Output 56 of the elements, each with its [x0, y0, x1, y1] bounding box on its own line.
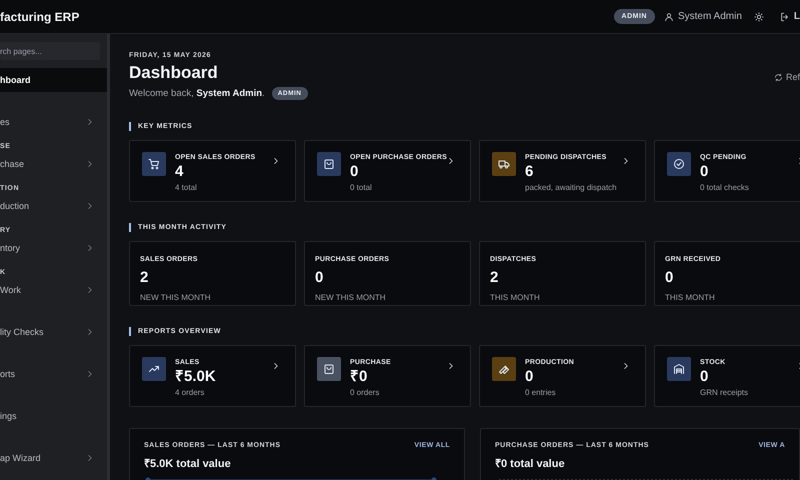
bag-icon: [323, 158, 335, 170]
card-caption: GRN receipts: [700, 388, 748, 397]
warehouse-icon: [673, 363, 685, 375]
card-value: ₹5.0K: [175, 369, 216, 384]
card-value: 0: [525, 369, 534, 384]
refresh-button[interactable]: Ref: [774, 72, 800, 82]
page-title: Dashboard: [129, 63, 219, 83]
sidebar-item[interactable]: Work: [0, 278, 107, 302]
card-value: 0: [315, 270, 324, 285]
search-field[interactable]: rch pages...: [0, 42, 100, 60]
card-value: 4: [175, 164, 184, 179]
sidebar-item[interactable]: ings: [0, 404, 107, 428]
card-value: ₹0: [350, 369, 368, 384]
card-caption: NEW THIS MONTH: [315, 293, 387, 302]
bag-icon: [323, 363, 335, 375]
wrench-icon: [498, 363, 510, 375]
user-icon: [664, 12, 674, 22]
trend-up-icon: [148, 363, 160, 375]
card-caption: THIS MONTH: [665, 293, 716, 302]
sun-icon: [754, 12, 764, 22]
sidebar-item[interactable]: ntory: [0, 236, 107, 260]
card-caption: 4 orders: [175, 388, 206, 397]
sidebar-item[interactable]: ap Wizard: [0, 446, 107, 470]
welcome-text: Welcome back, System Admin.: [129, 88, 265, 99]
sidebar-item[interactable]: lity Checks: [0, 320, 107, 344]
card-value: 2: [490, 270, 500, 285]
card-value: 6: [525, 164, 534, 179]
card-caption: packed, awaiting dispatch: [525, 183, 617, 192]
cart-icon: [148, 158, 160, 170]
card-value: 0: [350, 164, 360, 179]
card-caption: THIS MONTH: [490, 293, 540, 302]
sidebar-item[interactable]: chase: [0, 152, 107, 176]
truck-icon: [498, 158, 510, 170]
chart-total-value: ₹5.0K total value: [144, 457, 232, 470]
chart-total-value: ₹0 total value: [495, 457, 566, 470]
card-caption: 0 orders: [350, 388, 380, 397]
user-name: System Admin: [678, 11, 742, 22]
card-caption: 4 total: [175, 183, 198, 192]
theme-toggle-button[interactable]: [754, 12, 764, 22]
card-caption: 0 entries: [525, 388, 557, 397]
card-caption: 0 total checks: [700, 183, 749, 192]
card-value: 0: [700, 369, 710, 384]
card-caption: 0 total: [350, 183, 373, 192]
sidebar-item[interactable]: hboard: [0, 68, 107, 92]
card-value: 0: [700, 164, 710, 179]
sidebar-item[interactable]: duction: [0, 194, 107, 218]
card-caption: NEW THIS MONTH: [140, 293, 211, 302]
app-brand-title: facturing ERP: [0, 10, 80, 24]
card-value: 0: [665, 270, 674, 285]
logout-icon: [780, 12, 790, 22]
refresh-icon: [774, 72, 783, 82]
sidebar-item[interactable]: orts: [0, 362, 107, 386]
logout-button[interactable]: L: [780, 11, 800, 22]
check-circle-icon: [673, 158, 685, 170]
sidebar-item[interactable]: es: [0, 110, 107, 134]
card-value: 2: [140, 270, 150, 285]
